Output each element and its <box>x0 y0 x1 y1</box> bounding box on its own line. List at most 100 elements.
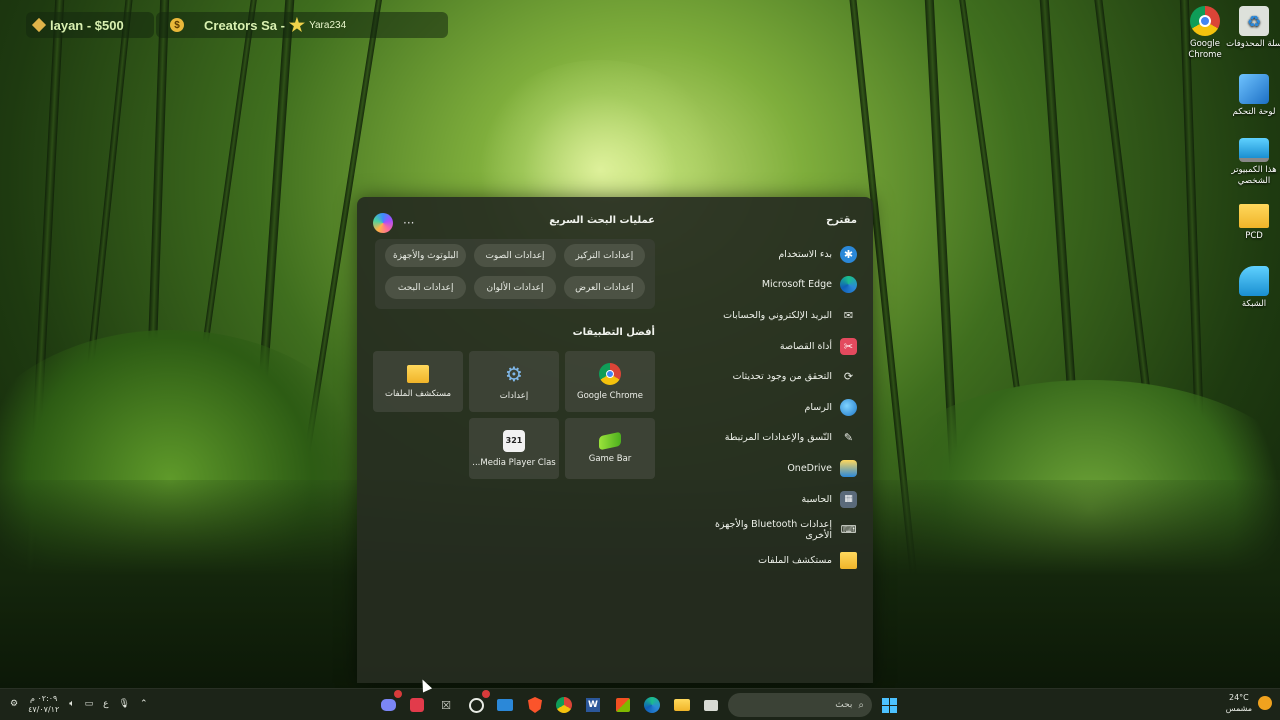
network-tray-icon[interactable]: ▭ <box>85 699 94 709</box>
balance-widget[interactable]: layan - $500 <box>26 12 154 38</box>
file-explorer-icon <box>407 364 429 383</box>
quick-search-section: عمليات البحث السريع ··· إعدادات التركيز … <box>373 213 655 479</box>
quick-search-chip[interactable]: البلوتوث والأجهزة <box>385 244 467 267</box>
suggested-item-check-updates[interactable]: ⟳ التحقق من وجود تحديثات <box>689 361 857 392</box>
quick-search-title: عمليات البحث السريع <box>549 215 655 226</box>
suggested-item-label: التحقق من وجود تحديثات <box>732 371 832 383</box>
top-app-label: Game Bar <box>588 453 632 464</box>
suggested-section: مقترح ✱ بدء الاستخدام Microsoft Edge ✉ ا… <box>689 215 857 576</box>
creators-widget[interactable]: $ Creators Sa - ★ Yara234 <box>156 12 448 38</box>
windows-start-icon <box>881 697 897 713</box>
chrome-icon <box>556 697 572 713</box>
top-app-game-bar[interactable]: Game Bar <box>565 418 655 479</box>
paint-icon <box>840 398 857 416</box>
taskbar-app-task-view[interactable] <box>699 693 723 717</box>
quick-search-chips: إعدادات التركيز إعدادات الصوت البلوتوث و… <box>375 239 655 309</box>
suggested-item-label: Microsoft Edge <box>761 279 832 291</box>
top-app-media-player[interactable]: 321 Media Player Clas... <box>469 418 559 479</box>
suggested-item-edge[interactable]: Microsoft Edge <box>689 270 857 301</box>
get-started-icon: ✱ <box>840 245 857 263</box>
close-box-icon: ☒ <box>441 698 451 712</box>
system-tray: ⚙ ٠٢:٠٩ م ٤٧/٠٧/١٢ 🔈︎ ▭ ع 🎙︎ ⌃ <box>10 693 148 715</box>
control-panel-icon <box>1239 74 1269 104</box>
mail-icon <box>497 699 513 711</box>
weather-temp: 24°C <box>1228 693 1249 702</box>
taskbar-app-brave[interactable] <box>523 693 547 717</box>
file-explorer-icon <box>840 551 857 569</box>
suggested-item-label: النّسق والإعدادات المرتبطة <box>724 432 832 444</box>
top-app-chrome[interactable]: Google Chrome <box>565 351 655 412</box>
suggested-item-themes[interactable]: ✎ النّسق والإعدادات المرتبطة <box>689 423 857 454</box>
taskbar-app-file-explorer[interactable] <box>670 693 694 717</box>
desktop-icon-this-pc[interactable]: هذا الكمبيوتر الشخصي <box>1226 138 1280 187</box>
top-app-label: إعدادات <box>499 390 529 401</box>
suggested-item-calculator[interactable]: ▦ الحاسبة <box>689 484 857 515</box>
settings-tray-icon[interactable]: ⚙ <box>10 699 18 709</box>
taskbar-app-roblox[interactable] <box>405 693 429 717</box>
file-explorer-icon <box>674 699 690 711</box>
username: Yara234 <box>309 19 347 31</box>
desktop-icon-label: الشبكة <box>1241 299 1267 309</box>
copilot-icon[interactable] <box>373 213 393 233</box>
quick-search-chip[interactable]: إعدادات الألوان <box>474 276 556 299</box>
suggested-item-label: مستكشف الملفات <box>758 554 832 566</box>
store-icon <box>616 698 630 712</box>
suggested-item-label: أداة القصاصة <box>779 340 832 352</box>
clock-date: ٤٧/٠٧/١٢ <box>28 705 60 714</box>
desktop-icon-control-panel[interactable]: لوحة التحكم <box>1226 74 1280 118</box>
suggested-item-label: الرسام <box>804 401 832 413</box>
chevron-up-icon[interactable]: ⌃ <box>140 699 148 709</box>
suggested-item-get-started[interactable]: ✱ بدء الاستخدام <box>689 239 857 270</box>
start-button[interactable] <box>877 693 901 717</box>
notification-badge <box>482 690 490 698</box>
quick-search-chip[interactable]: إعدادات البحث <box>385 276 467 299</box>
pen-icon: ✎ <box>843 431 854 445</box>
network-icon <box>1239 266 1269 296</box>
suggested-item-bluetooth[interactable]: ⌨ إعدادات Bluetooth والأجهزة الأخرى <box>689 514 857 545</box>
suggested-item-file-explorer[interactable]: مستكشف الملفات <box>689 545 857 576</box>
taskbar-app-box[interactable]: ☒ <box>434 693 458 717</box>
quick-search-chip[interactable]: إعدادات الصوت <box>474 244 556 267</box>
roblox-icon <box>410 698 424 712</box>
top-app-file-explorer[interactable]: مستكشف الملفات <box>373 351 463 412</box>
desktop-icon-network[interactable]: الشبكة <box>1226 266 1280 310</box>
desktop-icon-pcd[interactable]: PCD <box>1226 204 1280 242</box>
weather-widget[interactable]: 24°C مشمس <box>1226 692 1272 714</box>
taskbar-app-mail[interactable] <box>493 693 517 717</box>
suggested-title: مقترح <box>826 215 857 226</box>
desktop-icon-chrome[interactable]: Google Chrome <box>1177 6 1233 61</box>
clock[interactable]: ٠٢:٠٩ م ٤٧/٠٧/١٢ <box>28 693 59 715</box>
task-view-icon <box>704 699 718 711</box>
taskbar-app-store[interactable] <box>611 693 635 717</box>
taskbar-app-discord[interactable] <box>376 690 402 717</box>
discord-icon <box>380 699 396 711</box>
taskbar-app-edge[interactable] <box>640 693 664 717</box>
game-bar-icon <box>599 431 621 450</box>
suggested-item-paint[interactable]: الرسام <box>689 392 857 423</box>
quick-search-chip[interactable]: إعدادات العرض <box>563 276 645 299</box>
more-options-icon[interactable]: ··· <box>403 216 414 230</box>
balance-text: layan - $500 <box>50 17 124 33</box>
taskbar-app-clock[interactable] <box>464 690 490 717</box>
word-icon: W <box>586 698 600 712</box>
microphone-icon[interactable]: 🎙︎ <box>119 699 130 709</box>
suggested-item-label: إعدادات Bluetooth والأجهزة الأخرى <box>714 518 832 541</box>
volume-icon[interactable]: 🔈︎ <box>69 699 74 709</box>
taskbar-app-chrome[interactable] <box>552 693 576 717</box>
suggested-item-snipping-tool[interactable]: ✂ أداة القصاصة <box>689 331 857 362</box>
edge-icon <box>644 697 660 713</box>
clock-time: ٠٢:٠٩ م <box>29 694 58 703</box>
taskbar-search[interactable]: ⌕ بحث <box>728 693 872 717</box>
search-icon: ⌕ <box>858 699 864 711</box>
desktop-icon-label: سلة المحذوفات <box>1226 39 1280 49</box>
gem-icon <box>31 17 47 33</box>
language-indicator[interactable]: ع <box>103 699 108 709</box>
top-app-settings[interactable]: ⚙ إعدادات <box>469 351 559 412</box>
suggested-item-mail[interactable]: ✉ البريد الإلكتروني والحسابات <box>689 300 857 331</box>
suggested-item-onedrive[interactable]: OneDrive <box>689 453 857 484</box>
notification-badge <box>394 690 402 698</box>
quick-search-chip[interactable]: إعدادات التركيز <box>563 244 645 267</box>
desktop-icon-recycle-bin[interactable]: ♻ سلة المحذوفات <box>1226 6 1280 50</box>
recycle-bin-icon: ♻ <box>1239 6 1269 36</box>
taskbar-app-word[interactable]: W <box>581 693 605 717</box>
